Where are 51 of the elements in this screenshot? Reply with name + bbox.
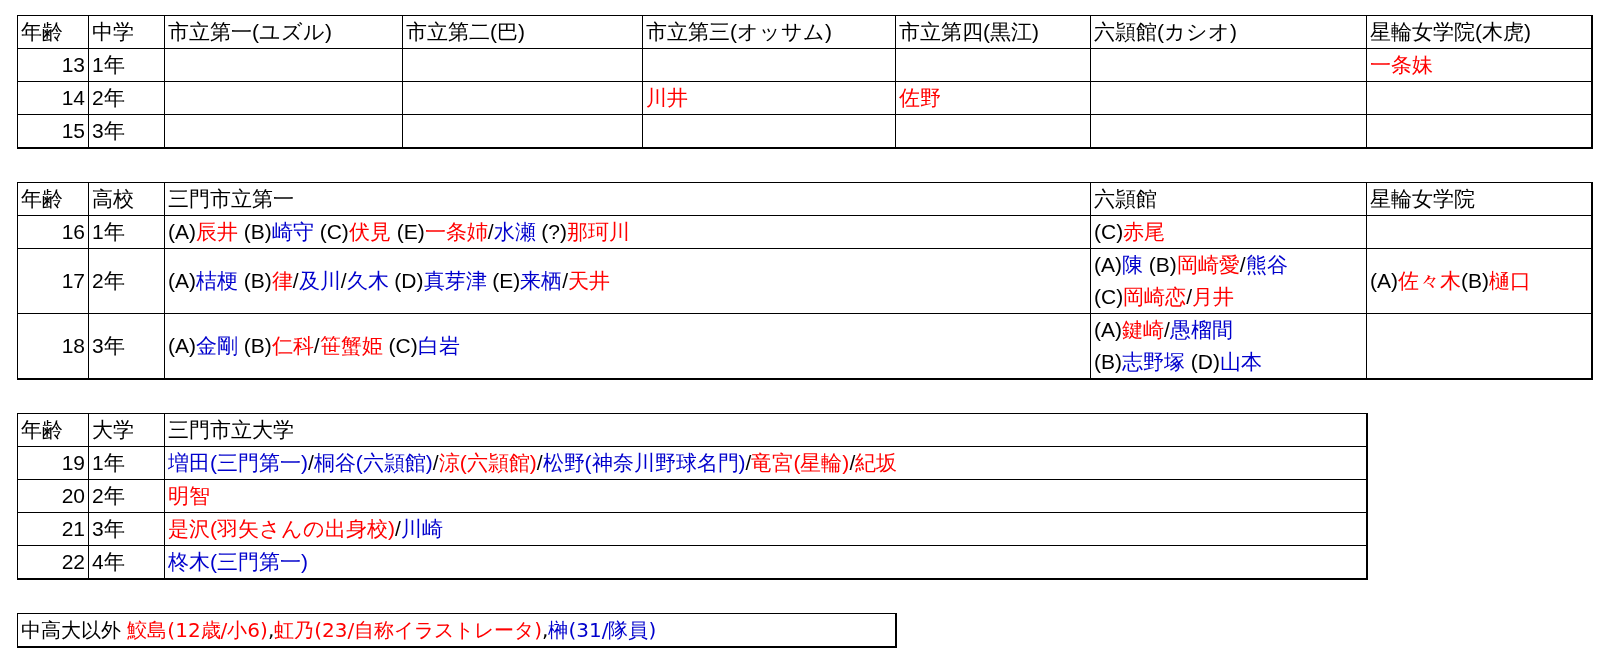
column-header: 星輪女学院 (1367, 183, 1592, 216)
column-header: 大学 (89, 414, 165, 447)
column-header: 星輪女学院(木虎) (1367, 16, 1592, 49)
table-cell: 21 (18, 513, 89, 546)
table-cell: 2年 (89, 82, 165, 115)
table-cell: 15 (18, 115, 89, 148)
table-cell: 1年 (89, 49, 165, 82)
table-cell: 3年 (89, 513, 165, 546)
table-cell: 2年 (89, 249, 165, 314)
column-header: 市立第三(オッサム) (643, 16, 896, 49)
table-cell: (A)桔梗 (B)律/及川/久木 (D)真芽津 (E)来栖/天井 (165, 249, 1091, 314)
column-header: 高校 (89, 183, 165, 216)
table-cell: 川井 (643, 82, 896, 115)
table-cell: 20 (18, 480, 89, 513)
table-cell: (A)金剛 (B)仁科/笹蟹姫 (C)白岩 (165, 314, 1091, 379)
table-cell: (C)赤尾 (1091, 216, 1367, 249)
table-cell: 3年 (89, 314, 165, 379)
column-header: 年齢 (18, 414, 89, 447)
table-cell: 22 (18, 546, 89, 579)
table-cell: 是沢(羽矢さんの出身校)/川崎 (165, 513, 1367, 546)
column-header: 市立第四(黒江) (896, 16, 1091, 49)
table-cell: (A)陳 (B)岡崎愛/熊谷 (C)岡崎恋/月井 (1091, 249, 1367, 314)
table-cell: 17 (18, 249, 89, 314)
table-cell: 4年 (89, 546, 165, 579)
table-cell: 明智 (165, 480, 1367, 513)
column-header: 市立第二(巴) (403, 16, 643, 49)
table-cell: 16 (18, 216, 89, 249)
table-cell: 佐野 (896, 82, 1091, 115)
table-cell: (A)辰井 (B)崎守 (C)伏見 (E)一条姉/水瀬 (?)那珂川 (165, 216, 1091, 249)
column-header: 三門市立大学 (165, 414, 1367, 447)
table-cell: 柊木(三門第一) (165, 546, 1367, 579)
table-cell: 一条妹 (1367, 49, 1592, 82)
table-cell: 13 (18, 49, 89, 82)
column-header: 六頴館(カシオ) (1091, 16, 1367, 49)
table-cell: 14 (18, 82, 89, 115)
table-cell: 19 (18, 447, 89, 480)
table-cell: 1年 (89, 447, 165, 480)
table-cell: 1年 (89, 216, 165, 249)
table-cell: 3年 (89, 115, 165, 148)
column-header: 年齢 (18, 16, 89, 49)
column-header: 年齢 (18, 183, 89, 216)
table-cell: (A)佐々木(B)樋口 (1367, 249, 1592, 314)
table-cell: (A)鍵崎/愚榴間 (B)志野塚 (D)山本 (1091, 314, 1367, 379)
table-cell: 増田(三門第一)/桐谷(六頴館)/涼(六頴館)/松野(神奈川野球名門)/竜宮(星輪)/紀坂 (165, 447, 1367, 480)
column-header: 市立第一(ユズル) (165, 16, 403, 49)
table-cell: 2年 (89, 480, 165, 513)
table-cell: 中高大以外 鮫島(12歳/小6),虹乃(23/自称イラストレータ),榊(31/隊員) (18, 614, 896, 647)
table-cell: 18 (18, 314, 89, 379)
column-header: 六頴館 (1091, 183, 1367, 216)
column-header: 三門市立第一 (165, 183, 1091, 216)
column-header: 中学 (89, 16, 165, 49)
